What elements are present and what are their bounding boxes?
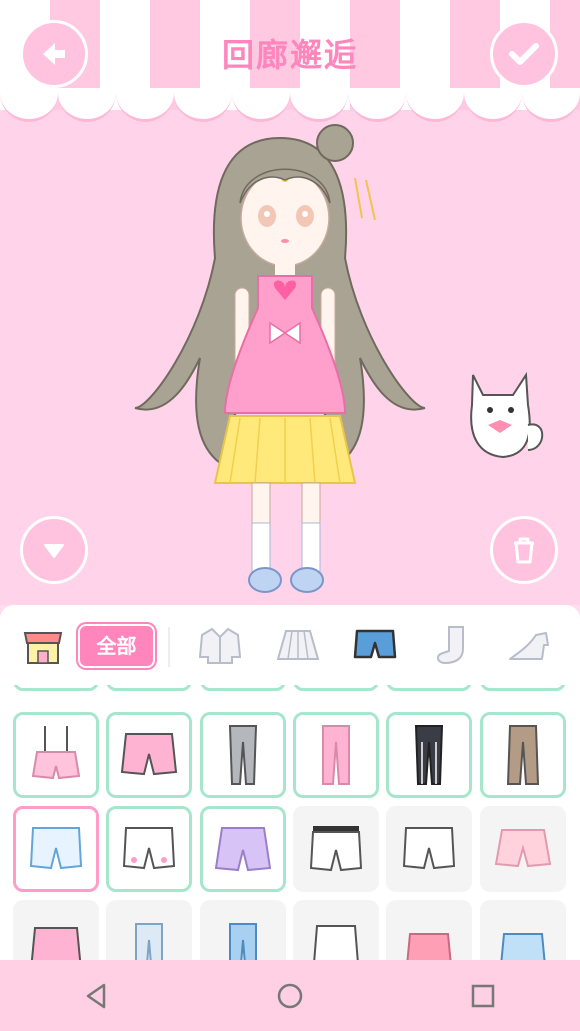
- triangle-down-icon: [44, 544, 64, 558]
- item-black-pants[interactable]: [386, 712, 472, 798]
- back-triangle-icon[interactable]: [80, 979, 114, 1013]
- tab-socks[interactable]: [428, 622, 478, 668]
- skirt-icon: [276, 630, 320, 660]
- black-pants-icon: [414, 725, 444, 785]
- white-bow-shorts-icon: [122, 827, 176, 870]
- white-belt-shorts-icon: [309, 826, 363, 872]
- item-gray-pants[interactable]: [200, 712, 286, 798]
- item-pink-pants[interactable]: [293, 712, 379, 798]
- tab-shorts[interactable]: [350, 622, 400, 668]
- item-slot[interactable]: [480, 900, 566, 960]
- item-slot[interactable]: [106, 900, 192, 960]
- item-slot[interactable]: [480, 685, 566, 691]
- item-slot[interactable]: [106, 685, 192, 691]
- item-brown-pants[interactable]: [480, 712, 566, 798]
- item-pink-shorts[interactable]: [106, 712, 192, 798]
- item-slot[interactable]: [293, 900, 379, 960]
- wardrobe-panel: 全部: [0, 605, 580, 960]
- pink-shorts-icon: [120, 733, 178, 776]
- item-slot[interactable]: [386, 685, 472, 691]
- cat-pet: [470, 371, 544, 459]
- item-slot[interactable]: [13, 685, 99, 691]
- item-peach-ruffle-shorts[interactable]: [480, 806, 566, 892]
- item-overall-shorts[interactable]: [13, 712, 99, 798]
- trash-icon: [514, 537, 534, 564]
- lavender-ruffle-shorts-icon: [214, 827, 272, 872]
- tab-shoes[interactable]: [505, 622, 555, 668]
- item-white-shorts[interactable]: [386, 806, 472, 892]
- denim-skirt-icon: [500, 933, 546, 960]
- recents-square-icon[interactable]: [466, 979, 500, 1013]
- pink-skirt-icon: [30, 927, 82, 960]
- brown-pants-icon: [506, 725, 540, 785]
- category-bar: 全部: [0, 605, 580, 685]
- system-nav-bar: [0, 960, 580, 1031]
- back-button[interactable]: [20, 20, 88, 88]
- item-lavender-ruffle-shorts[interactable]: [200, 806, 286, 892]
- overall-shorts-icon: [31, 726, 81, 780]
- rose-skirt-icon: [406, 933, 452, 960]
- collapse-panel-button[interactable]: [20, 516, 88, 584]
- high-heel-icon: [509, 632, 549, 660]
- blue-jeans-icon: [229, 923, 257, 960]
- item-grid: [0, 685, 580, 960]
- home-circle-icon[interactable]: [273, 979, 307, 1013]
- item-white-belt-shorts[interactable]: [293, 806, 379, 892]
- doll-character: [134, 124, 426, 593]
- gray-pants-icon: [228, 725, 258, 785]
- item-white-bow-shorts[interactable]: [106, 806, 192, 892]
- tab-jacket[interactable]: [195, 622, 245, 668]
- peach-ruffle-shorts-icon: [494, 829, 552, 868]
- light-jeans-icon: [135, 923, 163, 960]
- confirm-button[interactable]: [490, 20, 558, 88]
- item-slot[interactable]: [200, 900, 286, 960]
- pink-pants-icon: [322, 725, 350, 785]
- tab-skirt[interactable]: [273, 622, 323, 668]
- item-denim-shorts[interactable]: [13, 806, 99, 892]
- white-pants-icon: [313, 925, 359, 960]
- shop-icon[interactable]: [22, 625, 64, 667]
- white-shorts-icon: [402, 827, 456, 870]
- arrow-left-icon: [43, 43, 65, 65]
- sock-icon: [437, 626, 464, 665]
- shorts-icon: [353, 629, 397, 659]
- checkmark-icon: [509, 43, 539, 65]
- category-divider: [168, 627, 170, 667]
- clear-outfit-button[interactable]: [490, 516, 558, 584]
- item-slot[interactable]: [200, 685, 286, 691]
- item-slot[interactable]: [293, 685, 379, 691]
- tab-all[interactable]: 全部: [78, 624, 155, 668]
- awning-scallop: [0, 88, 580, 122]
- item-slot[interactable]: [386, 900, 472, 960]
- denim-shorts-icon: [29, 827, 83, 870]
- jacket-icon: [198, 627, 242, 664]
- dressup-scene: 回廊邂逅: [0, 0, 580, 605]
- item-slot[interactable]: [13, 900, 99, 960]
